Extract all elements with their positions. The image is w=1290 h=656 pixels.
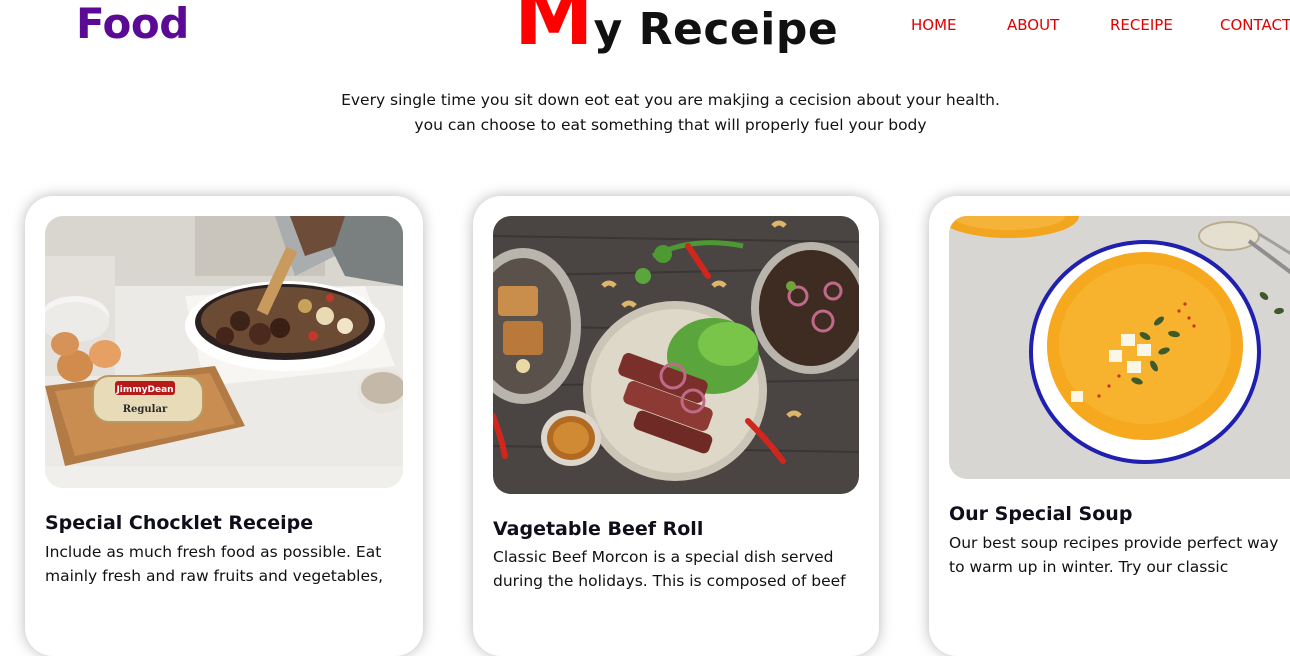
recipe-title[interactable]: Special Chocklet Receipe [45, 512, 313, 534]
recipe-description: Our best soup recipes provide perfect wa… [949, 534, 1279, 576]
nav-home-link[interactable]: HOME [911, 16, 957, 34]
nav-contact-link[interactable]: CONTACT [1220, 16, 1290, 34]
recipe-image-chocolate: JimmyDean Regular [45, 216, 403, 488]
main-nav: HOME ABOUT RECEIPE CONTACT [0, 16, 1290, 36]
svg-text:Regular: Regular [123, 404, 168, 415]
recipe-card-beef-roll[interactable]: Vagetable Beef Roll Classic Beef Morcon … [473, 196, 879, 656]
recipe-card-soup[interactable]: Our Special Soup Our best soup recipes p… [929, 196, 1290, 656]
recipe-image-beef-roll [493, 216, 859, 494]
recipe-title[interactable]: Vagetable Beef Roll [493, 518, 703, 540]
tagline-line-1: Every single time you sit down eot eat y… [341, 91, 1000, 109]
recipe-description: Classic Beef Morcon is a special dish se… [493, 548, 846, 590]
nav-about-link[interactable]: ABOUT [1007, 16, 1059, 34]
nav-receipe-link[interactable]: RECEIPE [1110, 16, 1173, 34]
svg-text:JimmyDean: JimmyDean [115, 385, 173, 395]
page-title: My Receipe [514, 0, 838, 84]
recipe-description: Include as much fresh food as possible. … [45, 543, 384, 585]
recipe-card-chocolate[interactable]: JimmyDean Regular Special Chocklet Recei… [25, 196, 423, 656]
tagline-line-2: you can choose to eat something that wil… [414, 116, 927, 134]
recipe-title[interactable]: Our Special Soup [949, 503, 1132, 525]
tagline: Every single time you sit down eot eat y… [0, 88, 1290, 138]
recipe-image-soup [949, 216, 1290, 479]
